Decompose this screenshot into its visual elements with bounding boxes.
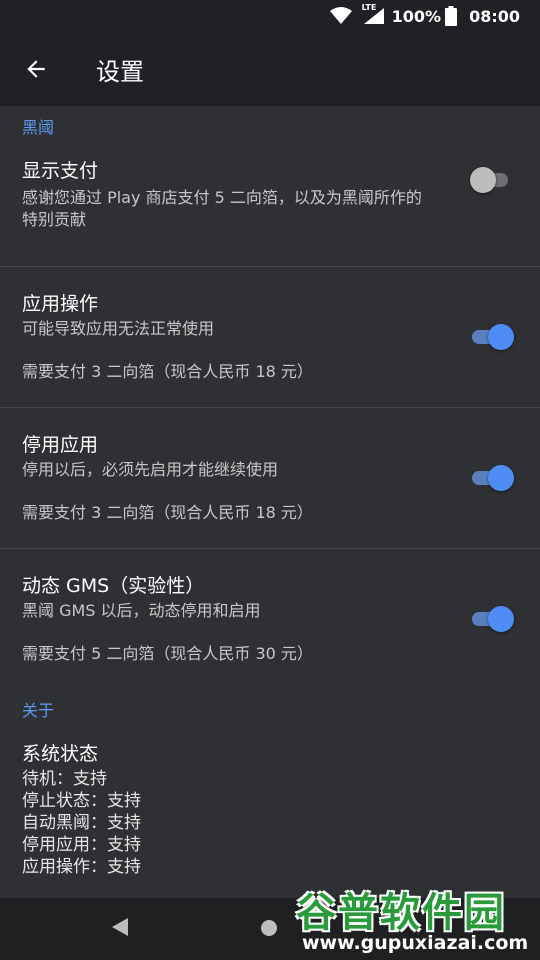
disable-app-toggle[interactable] [470,464,514,492]
cellular-signal-icon: LTE [362,3,386,25]
pref-title: 动态 GMS（实验性） [22,575,205,597]
status-line: 待机：支持 [22,769,107,789]
pref-show-pay[interactable]: 显示支付 感谢您通过 Play 商店支付 5 二向箔，以及为黑阈所作的特别贡献 [0,156,540,266]
show-pay-toggle[interactable] [470,166,514,194]
pref-title: 应用操作 [22,293,99,315]
wifi-icon [329,7,352,25]
network-type-label: LTE [361,3,377,12]
section-header-about: 关于 [22,701,55,720]
pref-disable-app[interactable]: 停用应用 停用以后，必须先启用才能继续使用 需要支付 3 二向箔（现合人民币 1… [0,408,540,548]
toggle-thumb [470,167,496,193]
circle-home-icon [261,920,277,936]
pref-price-note: 需要支付 5 二向箔（现合人民币 30 元） [22,644,313,663]
watermark-logo-text: 谷普软件园 [296,890,506,936]
status-line: 自动黑阈：支持 [22,813,141,833]
pref-price-note: 需要支付 3 二向箔（现合人民币 18 元） [22,362,313,381]
pref-title: 停用应用 [22,434,99,456]
system-status-lines: 待机：支持 停止状态：支持 自动黑阈：支持 停用应用：支持 应用操作：支持 [22,768,430,878]
clock: 08:00 [469,6,520,26]
watermark: 谷普软件园 www.gupuxiazai.com [296,876,540,960]
section-header-heiyu: 黑阈 [22,118,55,137]
page-title: 设置 [96,57,144,86]
status-line: 停用应用：支持 [22,835,141,855]
battery-icon [445,6,458,26]
status-line: 应用操作：支持 [22,857,141,877]
app-bar: 设置 [0,32,540,106]
settings-list[interactable]: 黑阈 显示支付 感谢您通过 Play 商店支付 5 二向箔，以及为黑阈所作的特别… [0,106,540,898]
pref-system-status[interactable]: 系统状态 待机：支持 停止状态：支持 自动黑阈：支持 停用应用：支持 应用操作：… [0,739,540,878]
toggle-thumb [488,324,514,350]
nav-back-button[interactable] [110,916,130,942]
pref-summary: 可能导致应用无法正常使用 [22,319,215,338]
pref-summary: 黑阈 GMS 以后，动态停用和启用 [22,601,261,620]
nav-home-button[interactable] [259,918,279,942]
status-bar: LTE 100% 08:00 [0,0,540,32]
pref-summary: 停用以后，必须先启用才能继续使用 [22,460,279,479]
arrow-back-icon [27,60,45,78]
dynamic-gms-toggle[interactable] [470,605,514,633]
pref-app-ops[interactable]: 应用操作 可能导致应用无法正常使用 需要支付 3 二向箔（现合人民币 18 元） [0,267,540,407]
pref-price-note: 需要支付 3 二向箔（现合人民币 18 元） [22,503,313,522]
triangle-back-icon [112,918,128,936]
watermark-url: www.gupuxiazai.com [302,932,529,954]
pref-summary: 感谢您通过 Play 商店支付 5 二向箔，以及为黑阈所作的特别贡献 [22,188,422,229]
app-ops-toggle[interactable] [470,323,514,351]
status-line: 停止状态：支持 [22,791,141,811]
toggle-thumb [488,465,514,491]
back-button[interactable] [0,32,72,106]
pref-title: 系统状态 [22,743,99,765]
battery-percent: 100% [391,6,442,26]
toggle-thumb [488,606,514,632]
pref-dynamic-gms[interactable]: 动态 GMS（实验性） 黑阈 GMS 以后，动态停用和启用 需要支付 5 二向箔… [0,549,540,697]
pref-title: 显示支付 [22,160,99,182]
